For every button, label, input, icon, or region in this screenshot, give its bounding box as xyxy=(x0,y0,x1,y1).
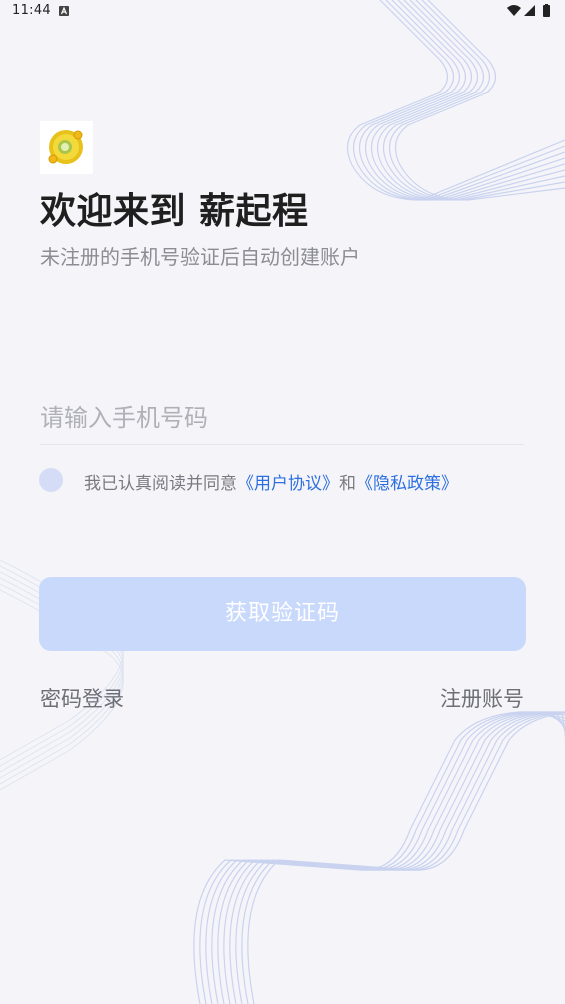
wave-line xyxy=(376,0,565,201)
agreement-text: 我已认真阅读并同意《用户协议》和《隐私政策》 xyxy=(84,469,458,494)
get-verification-code-button[interactable]: 获取验证码 xyxy=(39,577,526,651)
signal-icon xyxy=(524,5,535,16)
wave-line xyxy=(193,711,565,1004)
wave-line xyxy=(241,711,565,1004)
page-title: 欢迎来到 薪起程 xyxy=(40,191,309,232)
bottom-wave-lines xyxy=(193,711,565,1004)
phone-number-input[interactable] xyxy=(40,392,524,445)
wave-line xyxy=(388,0,565,201)
wave-line xyxy=(358,0,565,201)
wave-line xyxy=(370,0,565,201)
agreement-connector: 和 xyxy=(339,474,356,494)
wave-line xyxy=(205,711,565,1004)
wave-line xyxy=(352,0,565,201)
register-account-link[interactable]: 注册账号 xyxy=(440,683,524,713)
wifi-icon xyxy=(507,5,521,16)
status-icons xyxy=(507,4,550,17)
app-logo xyxy=(40,121,93,174)
status-bar: 11:44 xyxy=(0,0,565,24)
status-time: 11:44 xyxy=(12,3,51,18)
agreement-row: 我已认真阅读并同意《用户协议》和《隐私政策》 xyxy=(39,467,529,494)
wave-line xyxy=(199,711,565,1004)
user-agreement-link[interactable]: 《用户协议》 xyxy=(237,474,339,494)
wave-line xyxy=(346,0,565,201)
a-notification-icon xyxy=(59,6,69,16)
wave-line xyxy=(229,711,565,1004)
wave-line xyxy=(382,0,565,201)
password-login-link[interactable]: 密码登录 xyxy=(40,683,124,713)
privacy-policy-link[interactable]: 《隐私政策》 xyxy=(356,474,458,494)
yellow-disc-logo-icon xyxy=(48,130,83,164)
wave-line xyxy=(364,0,565,201)
agreement-checkbox[interactable] xyxy=(39,468,63,492)
wave-line xyxy=(247,712,565,1004)
wave-line xyxy=(223,711,565,1004)
agreement-prefix: 我已认真阅读并同意 xyxy=(84,474,237,494)
wave-line xyxy=(217,711,565,1004)
page-subtitle: 未注册的手机号验证后自动创建账户 xyxy=(40,245,360,269)
wave-line xyxy=(235,711,565,1004)
wave-line xyxy=(394,0,565,201)
wave-line xyxy=(211,711,565,1004)
top-right-wave-lines xyxy=(346,0,565,201)
battery-icon xyxy=(543,5,550,17)
